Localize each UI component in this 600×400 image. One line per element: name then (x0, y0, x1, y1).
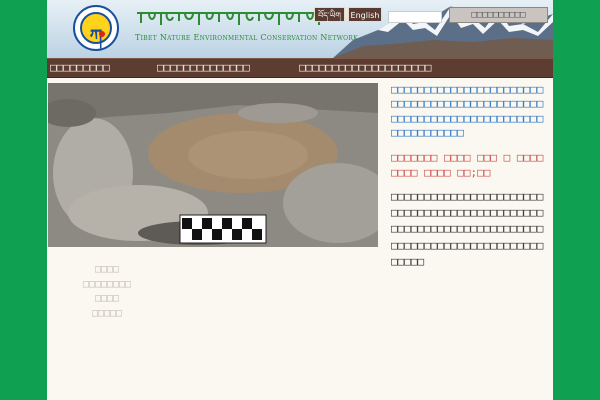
nav-item-1[interactable]: □□□□□□□□□ (50, 59, 110, 77)
tibetan-title (137, 12, 338, 25)
page-content: ཀ Tibet Nature Environmental Conservatio… (47, 0, 553, 400)
search-button[interactable]: □□□□□□□□□□ (449, 7, 548, 23)
logo-emblem[interactable]: ཀ (73, 5, 119, 51)
scale-bar (179, 214, 267, 244)
article-summary-link[interactable]: □□□□□□□□□□□□□□□□□□□□□□□□□□□□□□□□□□□□□□□□… (391, 83, 549, 141)
language-tibetan-button[interactable]: བོད་ཡིག (314, 7, 345, 22)
logo-dot (99, 31, 105, 37)
left-link-2[interactable]: □□□□□□□□ (47, 278, 167, 293)
logo-inner-circle: ཀ (80, 12, 112, 47)
left-link-1[interactable]: □□□□ (47, 263, 167, 278)
left-link-3[interactable]: □□□□ (47, 292, 167, 307)
search-input[interactable] (388, 11, 442, 23)
language-english-button[interactable]: English (348, 7, 382, 22)
org-name: Tibet Nature Environmental Conservation … (135, 33, 358, 42)
featured-photo[interactable] (48, 83, 378, 247)
article-body: □□□□□□□□□□□□□□□□□□□□□□□□□□□□□□□□□□□□□□□□… (391, 189, 544, 268)
nav-item-3[interactable]: □□□□□□□□□□□□□□□□□□□□ (299, 59, 431, 77)
nav-item-2[interactable]: □□□□□□□□□□□□□□ (157, 59, 250, 77)
article-date: □□□□□□□ □□□□ □□□ □ □□□□ □□□□ □□□□ □□;□□ (391, 150, 544, 179)
left-link-4[interactable]: □□□□□ (47, 307, 167, 322)
main-nav: □□□□□□□□□ □□□□□□□□□□□□□□ □□□□□□□□□□□□□□□… (47, 58, 553, 78)
logo-glyph: ཀ (89, 26, 103, 47)
site-header: ཀ Tibet Nature Environmental Conservatio… (47, 0, 553, 58)
left-links: □□□□ □□□□□□□□ □□□□ □□□□□ (47, 263, 167, 321)
article-column: □□□□□□□□□□□□□□□□□□□□□□□□□□□□□□□□□□□□□□□□… (391, 83, 549, 270)
